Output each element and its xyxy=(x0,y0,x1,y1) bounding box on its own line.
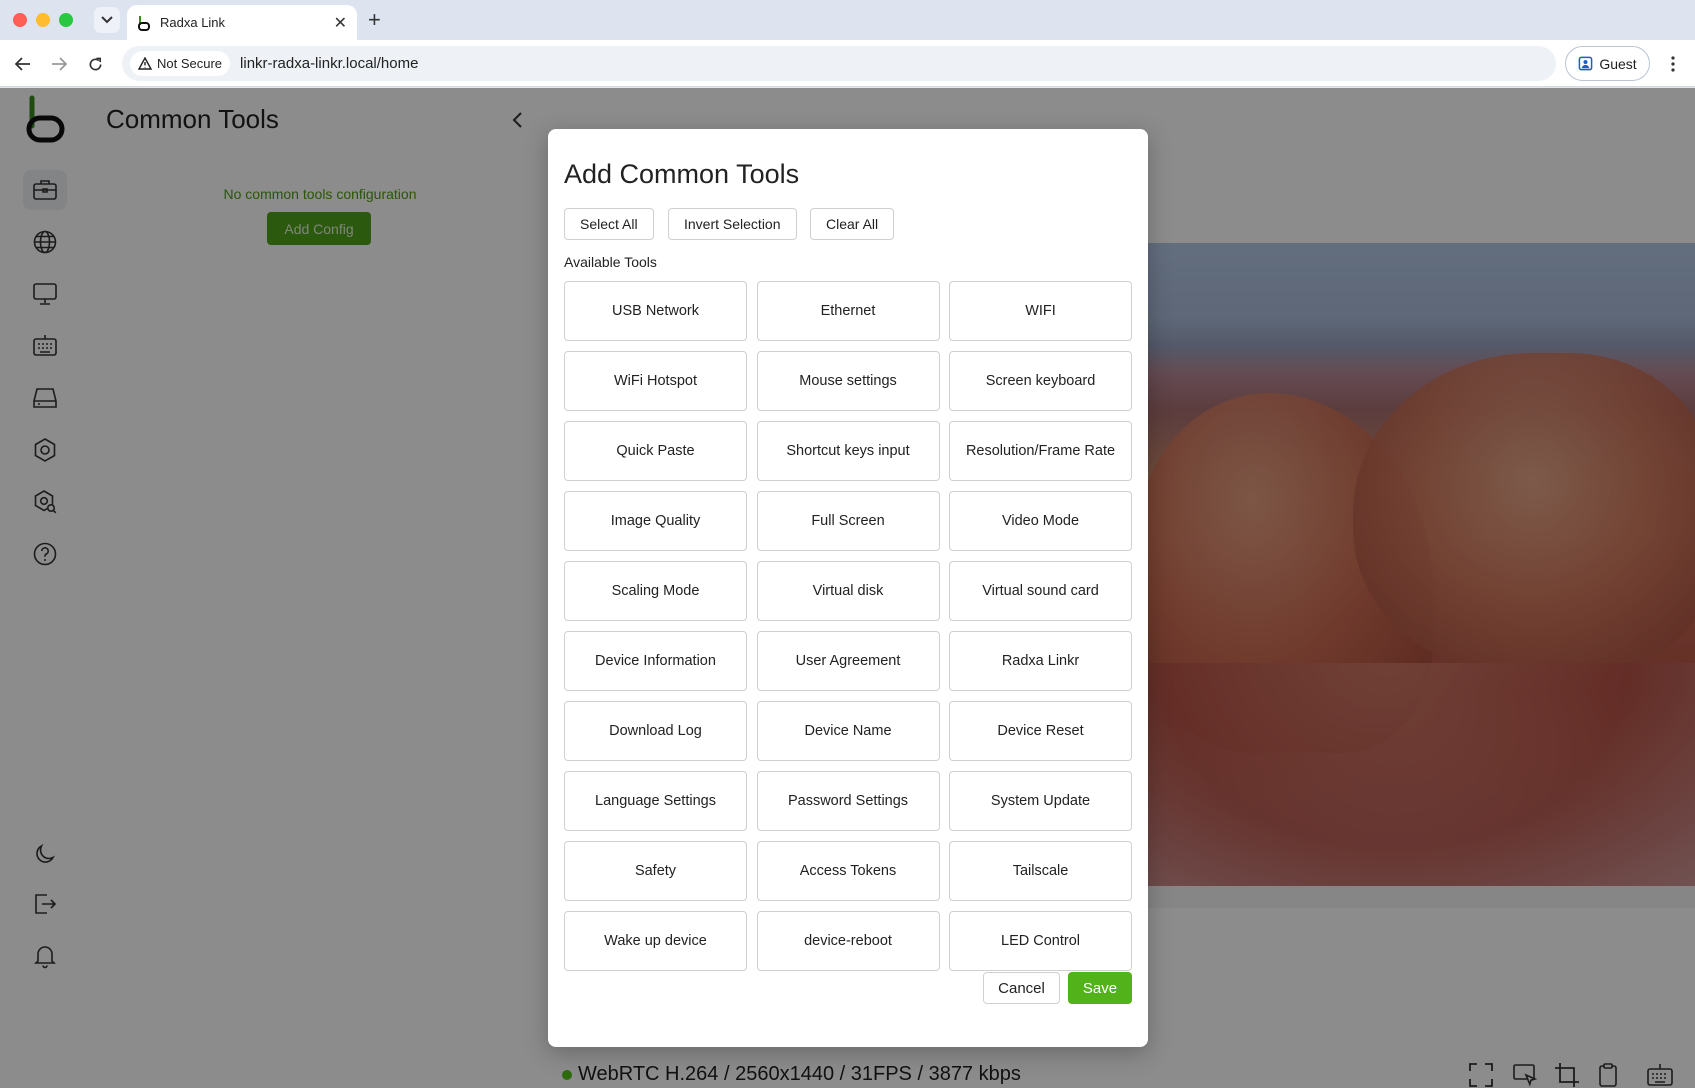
tool-option[interactable]: Virtual disk xyxy=(756,561,940,621)
tool-option[interactable]: WiFi Hotspot xyxy=(564,351,747,411)
tool-option[interactable]: Password Settings xyxy=(756,771,940,831)
tool-option[interactable]: Shortcut keys input xyxy=(756,421,940,481)
chevron-down-icon xyxy=(101,16,113,24)
tool-option[interactable]: Full Screen xyxy=(756,491,940,551)
tool-option[interactable]: System Update xyxy=(949,771,1132,831)
forward-button[interactable] xyxy=(46,51,72,77)
tool-option[interactable]: Device Information xyxy=(564,631,747,691)
arrow-left-icon xyxy=(15,57,30,71)
back-button[interactable] xyxy=(10,51,36,77)
tool-option[interactable]: WIFI xyxy=(949,281,1132,341)
cancel-button[interactable]: Cancel xyxy=(983,972,1060,1004)
tool-option[interactable]: Resolution/Frame Rate xyxy=(949,421,1132,481)
tool-option[interactable]: LED Control xyxy=(949,911,1132,971)
reload-button[interactable] xyxy=(82,51,108,77)
radxa-favicon-icon xyxy=(138,15,150,31)
browser-menu-button[interactable] xyxy=(1666,53,1680,75)
address-bar[interactable]: Not Secure linkr-radxa-linkr.local/home xyxy=(122,46,1556,81)
tool-option[interactable]: Device Name xyxy=(756,701,940,761)
tool-option[interactable]: Virtual sound card xyxy=(949,561,1132,621)
tool-option[interactable]: Video Mode xyxy=(949,491,1132,551)
tool-option[interactable]: Image Quality xyxy=(564,491,747,551)
tab-title: Radxa Link xyxy=(160,15,226,30)
tool-option[interactable]: device-reboot xyxy=(756,911,940,971)
tool-option[interactable]: User Agreement xyxy=(756,631,940,691)
tool-option[interactable]: Scaling Mode xyxy=(564,561,747,621)
maximize-window-button[interactable] xyxy=(59,13,73,27)
profile-label: Guest xyxy=(1599,55,1637,72)
browser-toolbar: Not Secure linkr-radxa-linkr.local/home … xyxy=(0,40,1695,87)
tools-grid: USB Network Ethernet WIFI WiFi Hotspot M… xyxy=(564,281,1132,971)
tool-option[interactable]: Radxa Linkr xyxy=(949,631,1132,691)
profile-button[interactable]: Guest xyxy=(1565,46,1650,81)
tool-option[interactable]: Download Log xyxy=(564,701,747,761)
close-tab-icon[interactable]: ✕ xyxy=(334,13,347,33)
arrow-right-icon xyxy=(52,57,67,71)
save-button[interactable]: Save xyxy=(1068,972,1132,1004)
minimize-window-button[interactable] xyxy=(36,13,50,27)
warning-icon xyxy=(138,57,152,70)
add-common-tools-dialog: Add Common Tools Select All Invert Selec… xyxy=(548,129,1148,1047)
reload-icon xyxy=(89,57,101,70)
select-all-button[interactable]: Select All xyxy=(564,208,654,240)
invert-selection-button[interactable]: Invert Selection xyxy=(668,208,797,240)
tool-option[interactable]: Mouse settings xyxy=(756,351,940,411)
tool-option[interactable]: Language Settings xyxy=(564,771,747,831)
browser-tab[interactable]: Radxa Link ✕ xyxy=(127,5,357,40)
tool-option[interactable]: Device Reset xyxy=(949,701,1132,761)
dialog-title: Add Common Tools xyxy=(564,159,800,189)
tool-option[interactable]: Wake up device xyxy=(564,911,747,971)
security-label: Not Secure xyxy=(157,56,223,71)
browser-tab-bar: Radxa Link ✕ + xyxy=(0,0,1695,40)
tool-option[interactable]: Quick Paste xyxy=(564,421,747,481)
tool-option[interactable]: Safety xyxy=(564,841,747,901)
tool-option[interactable]: Ethernet xyxy=(756,281,940,341)
tool-option[interactable]: Tailscale xyxy=(949,841,1132,901)
person-icon xyxy=(1578,56,1593,71)
tab-search-button[interactable] xyxy=(94,7,120,33)
tool-option[interactable]: USB Network xyxy=(564,281,747,341)
tool-option[interactable]: Access Tokens xyxy=(756,841,940,901)
more-vertical-icon xyxy=(1671,56,1675,72)
available-tools-label: Available Tools xyxy=(564,254,657,270)
url-text: linkr-radxa-linkr.local/home xyxy=(240,55,419,72)
site-security-chip[interactable]: Not Secure xyxy=(130,51,231,76)
app-root: Common Tools No common tools configurati… xyxy=(0,88,1695,1088)
close-window-button[interactable] xyxy=(13,13,27,27)
clear-all-button[interactable]: Clear All xyxy=(810,208,895,240)
tool-option[interactable]: Screen keyboard xyxy=(949,351,1132,411)
new-tab-button[interactable]: + xyxy=(368,8,381,32)
